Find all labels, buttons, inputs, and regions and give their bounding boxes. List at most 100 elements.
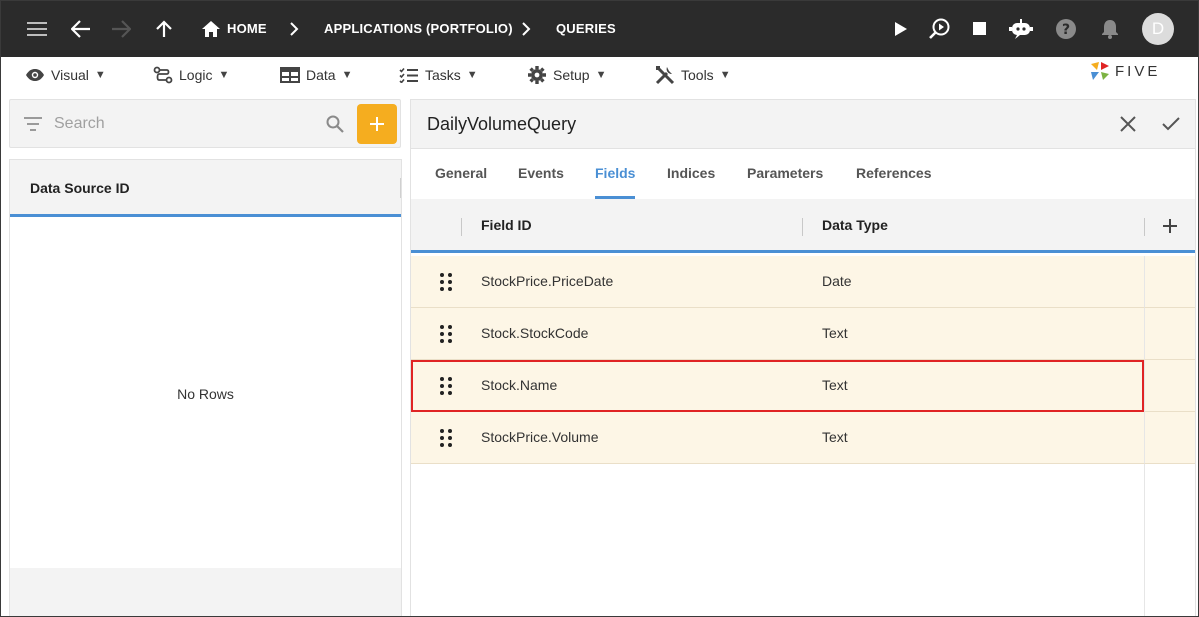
add-record-button[interactable] (357, 104, 397, 144)
page-title: DailyVolumeQuery (427, 114, 577, 134)
back-arrow-icon[interactable] (69, 17, 93, 41)
menu-visual[interactable]: Visual ▼ (25, 65, 106, 85)
dropdown-caret-icon: ▼ (218, 69, 230, 81)
dropdown-caret-icon: ▼ (719, 69, 731, 81)
tab-fields[interactable]: Fields (595, 165, 636, 199)
hamburger-menu-icon[interactable] (25, 17, 49, 41)
fields-grid-body: StockPrice.PriceDate Date Stock.StockCod… (411, 256, 1195, 616)
tab-parameters[interactable]: Parameters (747, 165, 823, 199)
row-action-cell (1144, 360, 1195, 412)
tab-references[interactable]: References (856, 165, 932, 199)
five-logo-mark-icon (1091, 62, 1109, 80)
gear-icon (528, 66, 546, 84)
breadcrumb-applications[interactable]: APPLICATIONS (PORTFOLIO) (324, 21, 513, 36)
dropdown-caret-icon: ▼ (341, 69, 353, 81)
tab-general[interactable]: General (435, 165, 487, 199)
home-icon[interactable] (199, 17, 223, 41)
logic-flow-icon (153, 66, 173, 84)
menu-data-label: Data (306, 67, 336, 83)
plus-icon (370, 117, 384, 131)
query-detail-panel: DailyVolumeQuery General Events Fields I… (410, 99, 1196, 616)
list-footer (10, 568, 401, 616)
table-row[interactable]: StockPrice.Volume Text (411, 412, 1144, 464)
check-icon (1162, 117, 1180, 131)
search-input[interactable] (54, 112, 314, 136)
table-row[interactable]: Stock.StockCode Text (411, 308, 1144, 360)
run-debug-search-icon[interactable] (928, 17, 952, 41)
table-row-highlighted[interactable]: Stock.Name Text (411, 360, 1144, 412)
row-action-cell (1144, 256, 1195, 308)
data-source-list: Data Source ID No Rows (9, 159, 402, 616)
panel-header: DailyVolumeQuery (411, 100, 1195, 149)
menu-setup-label: Setup (553, 67, 590, 83)
help-icon[interactable]: ? (1054, 17, 1078, 41)
cell-data-type: Text (822, 325, 848, 341)
filter-icon[interactable] (24, 117, 42, 131)
checklist-icon (399, 67, 418, 83)
menu-tools-label: Tools (681, 67, 714, 83)
column-divider (802, 218, 803, 236)
cell-field-id: Stock.Name (481, 377, 558, 393)
chevron-right-icon (282, 17, 306, 41)
close-icon (1120, 116, 1136, 132)
menu-tasks-label: Tasks (425, 67, 461, 83)
cell-field-id: Stock.StockCode (481, 325, 589, 341)
stop-icon[interactable] (968, 17, 992, 41)
row-action-cell (1144, 308, 1195, 360)
column-header-data-type[interactable]: Data Type (822, 217, 888, 233)
drag-handle-icon[interactable] (439, 324, 453, 344)
close-button[interactable] (1117, 113, 1139, 135)
svg-text:?: ? (1062, 22, 1070, 38)
tab-indices[interactable]: Indices (667, 165, 715, 199)
menu-setup[interactable]: Setup ▼ (527, 65, 606, 85)
tools-icon (655, 65, 675, 85)
cell-data-type: Text (822, 429, 848, 445)
menu-tasks[interactable]: Tasks ▼ (399, 65, 478, 85)
empty-list-message: No Rows (177, 386, 234, 402)
eye-icon (26, 69, 44, 81)
breadcrumb-home[interactable]: HOME (227, 21, 267, 36)
column-divider (400, 178, 401, 198)
play-icon[interactable] (889, 17, 913, 41)
column-divider (1144, 218, 1145, 236)
dropdown-caret-icon: ▼ (466, 69, 478, 81)
drag-handle-icon[interactable] (439, 272, 453, 292)
cell-data-type: Text (822, 377, 848, 393)
table-icon (280, 67, 300, 83)
tab-events[interactable]: Events (518, 165, 564, 199)
notification-bell-icon[interactable] (1098, 17, 1122, 41)
menu-data[interactable]: Data ▼ (280, 65, 352, 85)
app-window: HOME APPLICATIONS (PORTFOLIO) QUERIES ? … (0, 0, 1199, 617)
five-logo-text: FIVE (1115, 62, 1161, 80)
save-button[interactable] (1160, 113, 1182, 135)
add-field-button[interactable] (1159, 215, 1181, 237)
drag-handle-icon[interactable] (439, 428, 453, 448)
menu-visual-label: Visual (51, 67, 89, 83)
column-header-data-source-id[interactable]: Data Source ID (30, 180, 130, 196)
tab-bar: General Events Fields Indices Parameters… (411, 150, 1195, 199)
drag-handle-icon[interactable] (439, 376, 453, 396)
column-divider (461, 218, 462, 236)
top-bar: HOME APPLICATIONS (PORTFOLIO) QUERIES ? … (1, 1, 1198, 57)
menu-tools[interactable]: Tools ▼ (655, 65, 731, 85)
chat-bot-icon[interactable] (1009, 17, 1033, 41)
search-icon[interactable] (326, 115, 344, 133)
list-header: Data Source ID (10, 160, 401, 217)
user-avatar[interactable]: D (1142, 13, 1174, 45)
row-action-cell (1144, 412, 1195, 464)
table-row[interactable]: StockPrice.PriceDate Date (411, 256, 1144, 308)
forward-arrow-icon[interactable] (109, 17, 133, 41)
menu-bar: Visual ▼ Logic ▼ Data ▼ Tasks ▼ Setup ▼ … (1, 57, 1198, 93)
plus-icon (1163, 219, 1177, 233)
dropdown-caret-icon: ▼ (595, 69, 607, 81)
cell-field-id: StockPrice.PriceDate (481, 273, 614, 289)
left-search-bar (9, 99, 401, 148)
breadcrumb-queries[interactable]: QUERIES (556, 21, 616, 36)
menu-logic[interactable]: Logic ▼ (153, 65, 229, 85)
dropdown-caret-icon: ▼ (94, 69, 106, 81)
fields-grid-header: Field ID Data Type (411, 199, 1195, 253)
menu-logic-label: Logic (179, 67, 213, 83)
column-header-field-id[interactable]: Field ID (481, 217, 532, 233)
chevron-right-icon (514, 17, 538, 41)
up-arrow-icon[interactable] (152, 17, 176, 41)
